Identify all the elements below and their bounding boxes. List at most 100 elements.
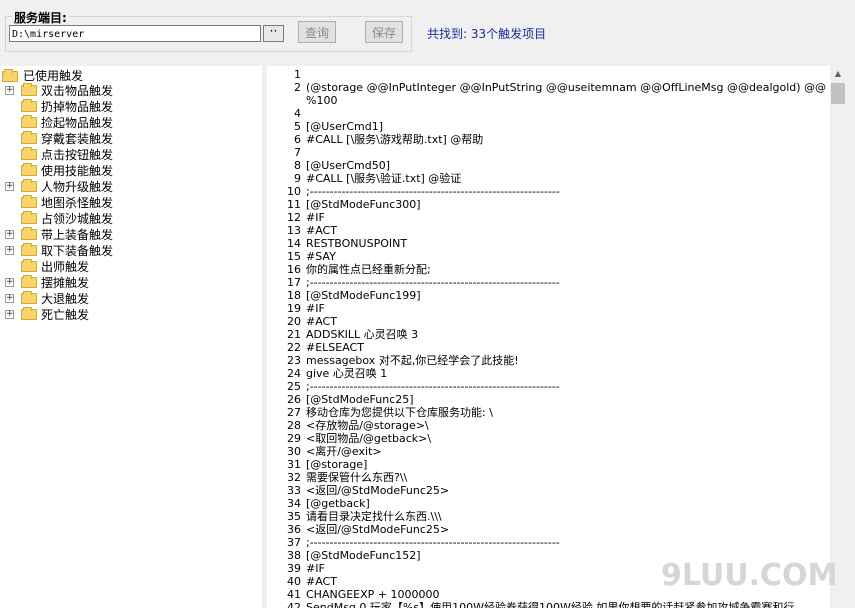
line-number: 9 <box>294 172 301 185</box>
browse-button[interactable]: ·· <box>263 25 284 42</box>
toolbar: 服务端目: D:\mirserver ·· 查询 保存 共找到: 33个触发项目 <box>0 0 855 66</box>
code-line: 14 RESTBONUSPOINT <box>267 237 407 250</box>
line-text: <离开/@exit> <box>306 445 382 458</box>
tree-item-label: 大退触发 <box>41 292 90 306</box>
code-line: 41 CHANGEEXP + 1000000 <box>267 588 440 601</box>
folder-icon <box>21 291 37 304</box>
line-number: 15 <box>287 250 301 263</box>
tree-item[interactable]: 点击按钮触发 <box>0 147 262 163</box>
expand-plus-icon[interactable]: + <box>5 294 14 303</box>
code-line: 34 [@getback] <box>267 497 370 510</box>
code-line: 15 #SAY <box>267 250 336 263</box>
line-number: 37 <box>287 536 301 549</box>
tree-item[interactable]: 捡起物品触发 <box>0 115 262 131</box>
expand-plus-icon[interactable]: + <box>5 310 14 319</box>
code-line: 4 <box>267 107 306 120</box>
code-line: 29 <取回物品/@getback>\ <box>267 432 431 445</box>
line-number: 40 <box>287 575 301 588</box>
line-text: <存放物品/@storage>\ <box>306 419 429 432</box>
code-line: 26 [@StdModeFunc25] <box>267 393 414 406</box>
line-text: 需要保管什么东西?\\ <box>306 471 408 484</box>
code-line: 9 #CALL [\服务\验证.txt] @验证 <box>267 172 461 185</box>
code-line: 10 ;-------------------------------------… <box>267 185 560 198</box>
tree-item[interactable]: + 双击物品触发 <box>0 83 262 99</box>
line-number: 30 <box>287 445 301 458</box>
code-line: 35 请看目录决定找什么东西.\\\ <box>267 510 442 523</box>
code-line: 32 需要保管什么东西?\\ <box>267 471 407 484</box>
vertical-scrollbar[interactable]: ▲ <box>830 66 846 608</box>
tree-item-label: 穿戴套装触发 <box>41 132 114 146</box>
code-line: 6 #CALL [\服务\游戏帮助.txt] @帮助 <box>267 133 483 146</box>
line-text: 移动仓库为您提供以下仓库服务功能: \ <box>306 406 493 419</box>
code-line: 42 SendMsg 0 玩家【%s】使用100W经验卷获得100W经验,如果你想… <box>267 601 794 608</box>
code-line: 36 <返回/@StdModeFunc25> <box>267 523 449 536</box>
line-number: 39 <box>287 562 301 575</box>
line-text: [@getback] <box>306 497 370 510</box>
line-text: #ELSEACT <box>306 341 364 354</box>
line-number: 38 <box>287 549 301 562</box>
scroll-up-arrow-icon[interactable]: ▲ <box>830 66 846 82</box>
query-button[interactable]: 查询 <box>298 21 336 43</box>
code-line: 22 #ELSEACT <box>267 341 364 354</box>
tree-item-label: 点击按钮触发 <box>41 148 114 162</box>
line-text: 你的属性点已经重新分配; <box>306 263 431 276</box>
tree-item[interactable]: + 人物升级触发 <box>0 179 262 195</box>
code-line: 11 [@StdModeFunc300] <box>267 198 421 211</box>
expand-plus-icon[interactable]: + <box>5 230 14 239</box>
tree-item[interactable]: + 死亡触发 <box>0 307 262 323</box>
tree-item-label: 占领沙城触发 <box>41 212 114 226</box>
tree-item[interactable]: + 大退触发 <box>0 291 262 307</box>
tree-item-label: 取下装备触发 <box>41 244 114 258</box>
tree-item[interactable]: 地图杀怪触发 <box>0 195 262 211</box>
scroll-thumb[interactable] <box>831 83 845 104</box>
line-number: 31 <box>287 458 301 471</box>
line-text: <取回物品/@getback>\ <box>306 432 432 445</box>
code-line: 33 <返回/@StdModeFunc25> <box>267 484 449 497</box>
folder-icon <box>21 115 37 128</box>
tree-item[interactable]: 穿戴套装触发 <box>0 131 262 147</box>
trigger-tree[interactable]: 已使用触发 + 双击物品触发 扔掉物品触发 捡起物品触发 穿戴套装触发 点击按钮触发 使用技… <box>0 66 262 608</box>
expand-plus-icon[interactable]: + <box>5 246 14 255</box>
script-editor[interactable]: 1 2 (@storage @@InPutInteger @@InPutString… <box>267 66 830 608</box>
code-line: 12 #IF <box>267 211 325 224</box>
folder-icon <box>21 227 37 240</box>
group-title: 服务端目: <box>12 9 69 26</box>
line-number: 24 <box>287 367 301 380</box>
line-text: (@storage @@InPutInteger @@InPutString @… <box>306 81 827 94</box>
tree-item-label: 捡起物品触发 <box>41 116 114 130</box>
tree-item[interactable]: 占领沙城触发 <box>0 211 262 227</box>
code-line: 18 [@StdModeFunc199] <box>267 289 421 302</box>
expand-plus-icon[interactable]: + <box>5 278 14 287</box>
code-line: 38 [@StdModeFunc152] <box>267 549 421 562</box>
expand-plus-icon[interactable]: + <box>5 86 14 95</box>
line-text: <返回/@StdModeFunc25> <box>306 523 450 536</box>
line-text: #ACT <box>306 575 337 588</box>
line-number: 22 <box>287 341 301 354</box>
expand-plus-icon[interactable]: + <box>5 182 14 191</box>
tree-root-label: 已使用触发 <box>23 69 84 83</box>
tree-item[interactable]: + 带上装备触发 <box>0 227 262 243</box>
save-button[interactable]: 保存 <box>365 21 403 43</box>
line-text: [@StdModeFunc300] <box>306 198 421 211</box>
tree-item[interactable]: 出师触发 <box>0 259 262 275</box>
line-number: 36 <box>287 523 301 536</box>
tree-item[interactable]: + 摆摊触发 <box>0 275 262 291</box>
line-text: [@StdModeFunc199] <box>306 289 421 302</box>
line-text: ;---------------------------------------… <box>306 380 560 393</box>
tree-item[interactable]: 扔掉物品触发 <box>0 99 262 115</box>
code-line: 25 ;-------------------------------------… <box>267 380 560 393</box>
line-text: #CALL [\服务\验证.txt] @验证 <box>306 172 462 185</box>
line-number: 33 <box>287 484 301 497</box>
server-path-input[interactable]: D:\mirserver <box>9 25 261 42</box>
code-line: 21 ADDSKILL 心灵召唤 3 <box>267 328 418 341</box>
line-number: 20 <box>287 315 301 328</box>
tree-item[interactable]: + 取下装备触发 <box>0 243 262 259</box>
tree-item[interactable]: 使用技能触发 <box>0 163 262 179</box>
code-line: 8 [@UserCmd50] <box>267 159 390 172</box>
line-number: 8 <box>294 159 301 172</box>
code-line: 27 移动仓库为您提供以下仓库服务功能: \ <box>267 406 493 419</box>
line-text: CHANGEEXP + 1000000 <box>306 588 440 601</box>
folder-icon <box>21 307 37 320</box>
line-number: 6 <box>294 133 301 146</box>
line-number: 17 <box>287 276 301 289</box>
